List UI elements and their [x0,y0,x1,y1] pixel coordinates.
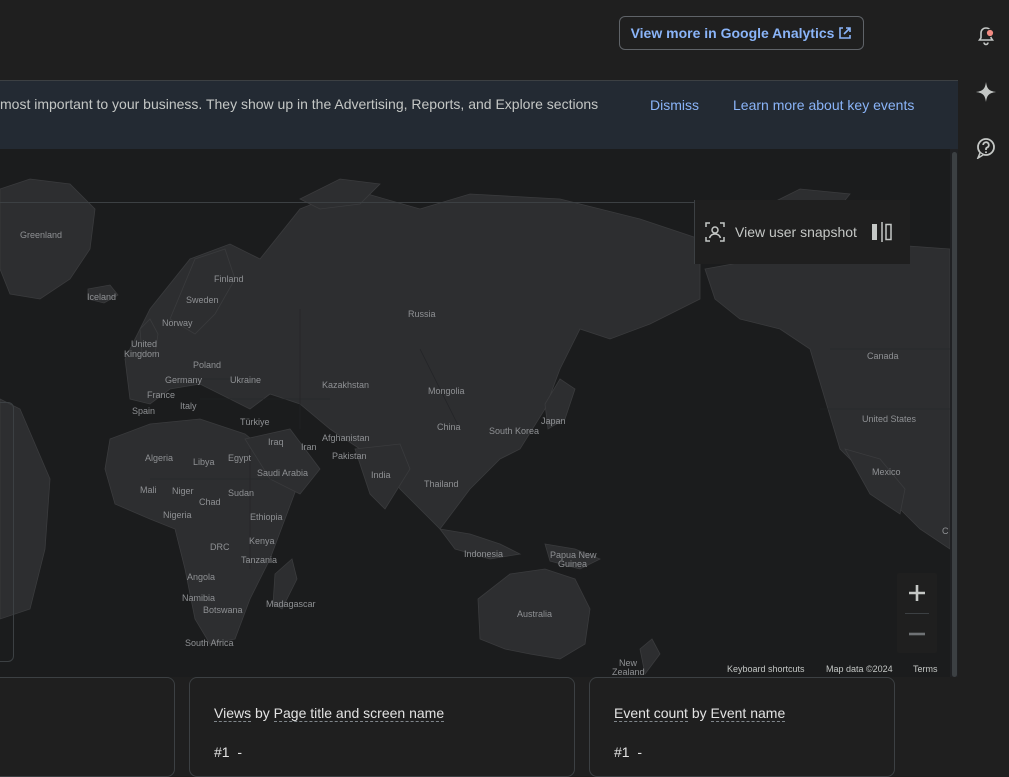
zoom-in-button[interactable] [897,573,937,613]
map-label: Japan [541,416,566,426]
view-user-snapshot-label: View user snapshot [735,224,857,240]
map-label: Tanzania [241,555,278,565]
map-label: Sweden [186,295,219,305]
report-card-left-edge [0,677,175,777]
map-label: Iran [301,442,317,452]
map-label: Egypt [228,453,252,463]
divider [0,202,705,203]
map-label: DRC [210,542,230,552]
scrollbar-thumb[interactable] [952,152,957,677]
map-label: China [437,422,461,432]
map-label: Iceland [87,292,117,302]
notifications-icon[interactable] [975,25,997,47]
card-title: Views by Page title and screen name [214,705,445,722]
map-label: Kingdom [124,349,160,359]
map-label: Türkiye [240,417,270,427]
dimension-selector[interactable]: Page title and screen name [273,705,445,722]
keyboard-shortcuts-link[interactable]: Keyboard shortcuts [727,664,805,674]
card-rank: #1 - [214,744,242,760]
map-label: Thailand [424,479,459,489]
left-card-edge [0,402,14,662]
map-zoom-controls [897,573,937,653]
map-data-attribution: Map data ©2024 [826,664,893,674]
help-icon[interactable] [975,137,997,159]
right-rail [958,0,1009,760]
map-label: Angola [187,572,216,582]
map-label: Afghanistan [322,433,370,443]
metric-selector[interactable]: Event count [614,705,688,722]
map-label: Poland [193,360,222,370]
map-label: South Korea [489,426,540,436]
card-title-by: by [691,705,707,721]
map-label: Zealand [612,667,645,677]
rank-value: - [237,744,243,760]
map-label: Chad [199,497,221,507]
map-label: United States [862,414,917,424]
map-label: Namibia [182,593,216,603]
zoom-out-button[interactable] [897,614,937,654]
views-by-page-title-card: Views by Page title and screen name #1 - [189,677,575,777]
map-label: Botswana [203,605,243,615]
map-label: Pakistan [332,451,367,461]
map-label: Ukraine [230,375,262,385]
plus-icon [909,585,925,601]
map-label: Niger [172,486,194,496]
map-label: Nigeria [163,510,192,520]
event-count-by-event-name-card: Event count by Event name #1 - [589,677,895,777]
map-label: C [942,526,949,536]
map-label: Germany [165,375,203,385]
minus-icon [909,632,925,636]
map-label: Indonesia [464,549,504,559]
rank-number: #1 [614,744,630,760]
map-label: Italy [180,401,197,411]
map-label: Russia [408,309,436,319]
key-events-banner: most important to your business. They sh… [0,80,958,149]
dismiss-button[interactable]: Dismiss [650,97,699,113]
map-label: Kenya [249,536,275,546]
map-label: Libya [193,457,215,467]
view-more-in-google-analytics-button[interactable]: View more in Google Analytics [619,16,864,50]
map-label: Mongolia [428,386,465,396]
compare-columns-icon[interactable] [871,222,893,242]
ga-button-label: View more in Google Analytics [630,25,835,41]
map-label: Australia [517,609,553,619]
map-label: United [131,339,158,349]
map-label: Spain [132,406,156,416]
terms-link[interactable]: Terms [913,664,938,674]
map-label: Algeria [145,453,174,463]
map-label: Ethiopia [250,512,283,522]
map-label: France [147,390,176,400]
map-label: Finland [214,274,244,284]
map-label: India [371,470,391,480]
user-snapshot-icon [705,222,725,242]
rank-number: #1 [214,744,230,760]
map-label: Canada [867,351,899,361]
card-title-by: by [254,705,270,721]
map-label: Iraq [268,437,284,447]
card-title: Event count by Event name [614,705,786,722]
open-in-new-icon [839,27,852,39]
map-label: Greenland [20,230,63,240]
dimension-selector[interactable]: Event name [710,705,786,722]
view-user-snapshot-button[interactable]: View user snapshot [694,200,910,264]
rank-value: - [637,744,643,760]
map-label: Kazakhstan [322,380,370,390]
map-label: Sudan [228,488,255,498]
map-label: Mexico [872,467,901,477]
learn-more-key-events-link[interactable]: Learn more about key events [733,97,914,113]
map-label: Mali [140,485,157,495]
sparkle-icon[interactable] [975,81,997,103]
map-label: South Africa [185,638,234,648]
banner-text: most important to your business. They sh… [0,96,599,112]
top-bar: View more in Google Analytics [0,0,958,80]
map-label: Saudi Arabia [257,468,309,478]
map-label: Norway [162,318,193,328]
card-rank: #1 - [614,744,642,760]
map-label: Madagascar [266,599,316,609]
map-label: Guinea [558,559,588,569]
metric-selector[interactable]: Views [214,705,252,722]
